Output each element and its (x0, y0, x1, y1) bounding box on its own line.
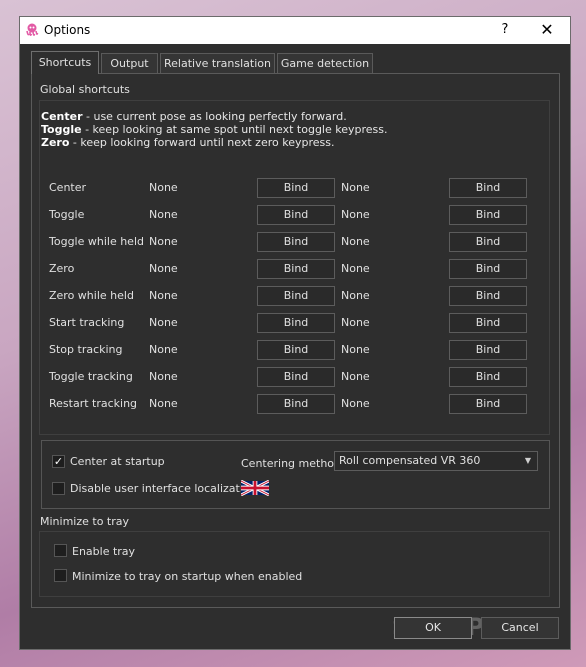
centering-method-select[interactable]: Roll compensated VR 360 ▼ (334, 451, 538, 471)
bind-button-stop-tracking-1[interactable]: Bind (257, 340, 335, 360)
bind-button-stop-tracking-2[interactable]: Bind (449, 340, 527, 360)
row-key2-restart-tracking: None (341, 397, 370, 410)
row-key2-zero-while-held: None (341, 289, 370, 302)
tab-output[interactable]: Output (101, 53, 158, 73)
bind-button-toggle-tracking-2[interactable]: Bind (449, 367, 527, 387)
row-key1-toggle: None (149, 208, 178, 221)
row-key1-stop-tracking: None (149, 343, 178, 356)
row-key1-zero-while-held: None (149, 289, 178, 302)
desc-zero: Zero - keep looking forward until next z… (41, 136, 335, 149)
bind-button-zero-while-held-2[interactable]: Bind (449, 286, 527, 306)
bind-button-restart-tracking-2[interactable]: Bind (449, 394, 527, 414)
bind-button-toggle-tracking-1[interactable]: Bind (257, 367, 335, 387)
row-label-toggle: Toggle (49, 208, 85, 221)
bind-button-toggle-2[interactable]: Bind (449, 205, 527, 225)
bind-button-zero-2[interactable]: Bind (449, 259, 527, 279)
bind-button-start-tracking-2[interactable]: Bind (449, 313, 527, 333)
row-label-center: Center (49, 181, 87, 194)
bind-button-toggle-while-held-1[interactable]: Bind (257, 232, 335, 252)
row-label-stop-tracking: Stop tracking (49, 343, 123, 356)
row-label-zero: Zero (49, 262, 75, 275)
center-at-startup-label: Center at startup (70, 455, 165, 468)
row-label-start-tracking: Start tracking (49, 316, 125, 329)
row-key2-toggle: None (341, 208, 370, 221)
tab-shortcuts[interactable]: Shortcuts (31, 51, 99, 74)
row-key1-toggle-while-held: None (149, 235, 178, 248)
row-label-restart-tracking: Restart tracking (49, 397, 138, 410)
bind-button-center-1[interactable]: Bind (257, 178, 335, 198)
app-octopus-icon (26, 23, 39, 36)
disable-localization-label: Disable user interface localization (70, 482, 257, 495)
cancel-button[interactable]: Cancel (481, 617, 559, 639)
row-key1-toggle-tracking: None (149, 370, 178, 383)
tray-frame (39, 531, 550, 597)
bind-button-center-2[interactable]: Bind (449, 178, 527, 198)
global-shortcuts-title: Global shortcuts (40, 83, 130, 96)
bind-button-toggle-while-held-2[interactable]: Bind (449, 232, 527, 252)
help-button[interactable]: ? (498, 22, 512, 37)
window-title: Options (44, 23, 91, 37)
row-key2-center: None (341, 181, 370, 194)
ok-button[interactable]: OK (394, 617, 472, 639)
row-key1-center: None (149, 181, 178, 194)
row-key1-start-tracking: None (149, 316, 178, 329)
disable-localization-checkbox[interactable] (52, 482, 65, 495)
row-label-toggle-tracking: Toggle tracking (49, 370, 133, 383)
bind-button-start-tracking-1[interactable]: Bind (257, 313, 335, 333)
options-window: Options ? ✕ Shortcuts Output Relative tr… (19, 16, 571, 650)
bind-button-restart-tracking-1[interactable]: Bind (257, 394, 335, 414)
row-key2-start-tracking: None (341, 316, 370, 329)
title-bar: Options ? ✕ (20, 17, 570, 44)
desc-toggle: Toggle - keep looking at same spot until… (41, 123, 388, 136)
row-key2-toggle-while-held: None (341, 235, 370, 248)
row-key1-zero: None (149, 262, 178, 275)
tab-relative-translation[interactable]: Relative translation (160, 53, 275, 73)
enable-tray-label: Enable tray (72, 545, 136, 558)
minimize-on-startup-checkbox[interactable] (54, 569, 67, 582)
uk-flag-icon[interactable] (241, 480, 269, 496)
row-label-toggle-while-held: Toggle while held (49, 235, 144, 248)
row-label-zero-while-held: Zero while held (49, 289, 134, 302)
centering-method-label: Centering method (241, 457, 342, 470)
row-key2-zero: None (341, 262, 370, 275)
row-key1-restart-tracking: None (149, 397, 178, 410)
chevron-down-icon: ▼ (524, 456, 531, 465)
centering-method-value: Roll compensated VR 360 (339, 454, 481, 467)
minimize-on-startup-label: Minimize to tray on startup when enabled (72, 570, 303, 583)
bind-button-zero-1[interactable]: Bind (257, 259, 335, 279)
row-key2-stop-tracking: None (341, 343, 370, 356)
desc-center: Center - use current pose as looking per… (41, 110, 347, 123)
bind-button-zero-while-held-1[interactable]: Bind (257, 286, 335, 306)
minimize-to-tray-title: Minimize to tray (40, 515, 130, 528)
bind-button-toggle-1[interactable]: Bind (257, 205, 335, 225)
tab-game-detection[interactable]: Game detection (277, 53, 373, 73)
enable-tray-checkbox[interactable] (54, 544, 67, 557)
close-button[interactable]: ✕ (540, 20, 554, 39)
row-key2-toggle-tracking: None (341, 370, 370, 383)
center-at-startup-checkbox[interactable]: ✓ (52, 455, 65, 468)
